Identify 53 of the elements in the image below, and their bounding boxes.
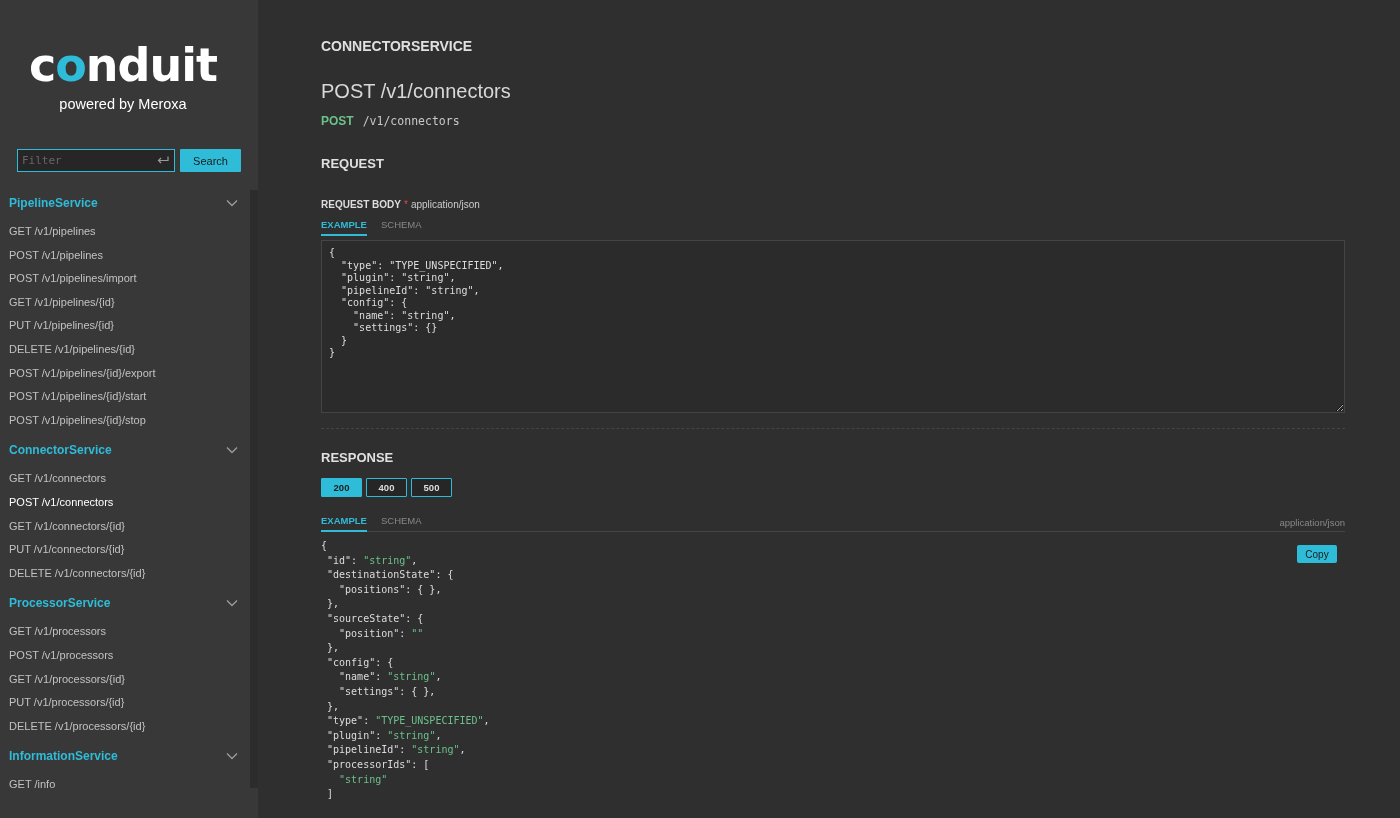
group-title[interactable]: ConnectorService (9, 443, 112, 458)
endpoint-link[interactable]: POST /v1/pipelines/{id}/export (0, 361, 250, 386)
filter-field[interactable]: Filter (17, 149, 175, 172)
chevron-down-icon[interactable] (226, 599, 238, 608)
tab[interactable]: SCHEMA (380, 512, 422, 532)
group-title[interactable]: PipelineService (9, 196, 98, 210)
endpoint-link[interactable]: POST /v1/processors (0, 643, 250, 668)
endpoint-link[interactable]: PUT /v1/connectors/{id} (0, 538, 250, 562)
endpoint-link[interactable]: GET /v1/connectors (0, 467, 250, 491)
status-code-button[interactable]: 500 (411, 478, 452, 497)
endpoint-link[interactable]: POST /v1/pipelines/{id}/start (0, 385, 250, 409)
tab[interactable]: EXAMPLE (321, 512, 367, 532)
endpoint-link[interactable]: DELETE /v1/pipelines/{id} (0, 337, 250, 362)
endpoint-link[interactable]: GET /v1/processors (0, 620, 250, 644)
chevron-down-icon[interactable] (226, 199, 238, 207)
endpoint-link[interactable]: GET /v1/pipelines/{id} (0, 290, 250, 315)
response-example-code: { "id": "string", "destinationState": { "positions": { }, }, "sourceState": { "position": "" }, "config": { "name": "string", "settings": { }, }, "type": "TYPE_UNSPECIFIED", "plugin": "string", "pipelineId": "string", "processorIds": [ "string" ] (321, 539, 490, 802)
tab[interactable]: SCHEMA (380, 216, 422, 236)
section-heading: RESPONSE (321, 450, 395, 465)
endpoint-link[interactable]: PUT /v1/pipelines/{id} (0, 314, 250, 338)
tagline: powered by Meroxa (59, 96, 187, 112)
endpoint-link[interactable]: GET /v1/processors/{id} (0, 667, 250, 692)
group-title[interactable]: ProcessorService (9, 596, 111, 611)
endpoint-link[interactable]: GET /v1/pipelines (0, 220, 250, 244)
endpoint-link[interactable]: POST /v1/connectors (0, 490, 250, 515)
content-type: application/json (1279, 517, 1345, 530)
tab[interactable]: EXAMPLE (321, 216, 367, 236)
section-heading: REQUEST (321, 156, 385, 171)
copy-button[interactable]: Copy (1297, 545, 1337, 563)
method-label: POST (321, 114, 354, 128)
endpoint-link[interactable]: GET /v1/connectors/{id} (0, 514, 250, 539)
endpoint-link[interactable]: DELETE /v1/connectors/{id} (0, 561, 250, 586)
endpoint-link[interactable]: POST /v1/pipelines (0, 243, 250, 268)
service-heading: CONNECTORSERVICE (321, 38, 474, 54)
conduit-logo: conduit (28, 42, 218, 88)
status-code-button[interactable]: 200 (321, 478, 362, 497)
request-body-editor[interactable]: { "type": "TYPE_UNSPECIFIED", "plugin": "string", "pipelineId": "string", "config": { "name": "string", "settings": {} } } (321, 240, 1345, 413)
endpoint-link[interactable]: POST /v1/pipelines/import (0, 267, 250, 291)
content-type: application/json (410, 199, 480, 210)
endpoint-title: POST /v1/connectors (321, 80, 512, 103)
endpoint-link[interactable]: DELETE /v1/processors/{id} (0, 714, 250, 739)
required-mark: * (404, 199, 408, 210)
enter-icon (157, 156, 169, 165)
endpoint-link[interactable]: POST /v1/pipelines/{id}/stop (0, 408, 250, 433)
search-button[interactable]: Search (180, 149, 241, 172)
group-title[interactable]: InformationService (9, 749, 118, 764)
chevron-down-icon[interactable] (226, 446, 238, 455)
endpoint-link[interactable]: GET /info (0, 773, 250, 797)
status-code-button[interactable]: 400 (366, 478, 407, 497)
endpoint-path: /v1/connectors (362, 114, 460, 128)
body-label: REQUEST BODY (321, 199, 401, 210)
endpoint-link[interactable]: PUT /v1/processors/{id} (0, 691, 250, 715)
chevron-down-icon[interactable] (226, 752, 238, 761)
